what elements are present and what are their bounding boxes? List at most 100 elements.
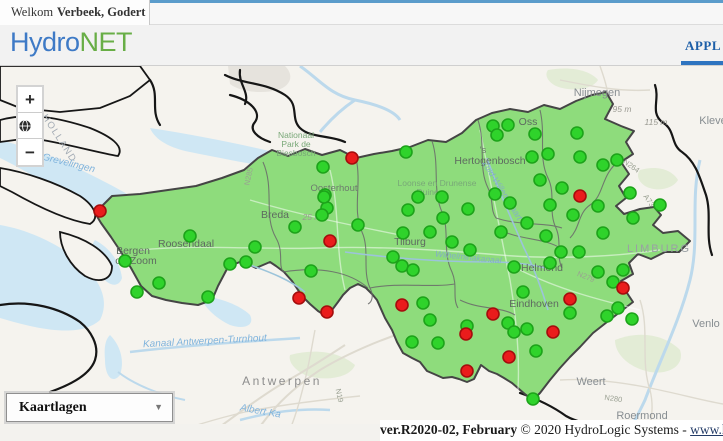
station-marker-red[interactable] (547, 326, 559, 338)
station-marker-red[interactable] (94, 205, 106, 217)
station-marker-red[interactable] (487, 308, 499, 320)
station-marker-red[interactable] (574, 190, 586, 202)
kaartlagen-dropdown[interactable]: Kaartlagen ▼ (6, 393, 173, 422)
station-marker-green[interactable] (424, 226, 436, 238)
station-marker-green[interactable] (400, 146, 412, 158)
station-marker-green[interactable] (446, 236, 458, 248)
station-marker-green[interactable] (153, 277, 165, 289)
station-marker-green[interactable] (626, 313, 638, 325)
station-marker-green[interactable] (352, 219, 364, 231)
map-container[interactable]: HOLLANDGrevelingenNationaalPark deBiesbo… (0, 66, 723, 441)
user-name: Verbeek, Godert (57, 5, 145, 19)
station-marker-green[interactable] (318, 191, 330, 203)
station-marker-green[interactable] (489, 188, 501, 200)
station-marker-green[interactable] (305, 265, 317, 277)
station-marker-green[interactable] (131, 286, 143, 298)
zoom-in-button[interactable]: + (18, 87, 42, 113)
station-marker-green[interactable] (504, 197, 516, 209)
zoom-out-button[interactable]: − (18, 139, 42, 165)
bottom-left-mask (0, 424, 380, 441)
station-marker-green[interactable] (521, 323, 533, 335)
station-marker-green[interactable] (617, 264, 629, 276)
station-marker-green[interactable] (611, 154, 623, 166)
station-marker-green[interactable] (462, 203, 474, 215)
kaartlagen-label: Kaartlagen (19, 400, 87, 415)
station-marker-green[interactable] (521, 217, 533, 229)
station-marker-green[interactable] (527, 393, 539, 405)
station-marker-green[interactable] (597, 159, 609, 171)
station-marker-green[interactable] (316, 209, 328, 221)
map-label: Venlo (692, 318, 720, 330)
station-marker-green[interactable] (654, 199, 666, 211)
station-marker-red[interactable] (617, 282, 629, 294)
station-marker-green[interactable] (627, 212, 639, 224)
hydrologic-link[interactable]: www.hydrologic.com (690, 422, 723, 437)
globe-button[interactable] (18, 113, 42, 139)
station-marker-green[interactable] (597, 227, 609, 239)
station-marker-red[interactable] (460, 328, 472, 340)
station-marker-green[interactable] (508, 326, 520, 338)
station-marker-green[interactable] (224, 258, 236, 270)
station-marker-green[interactable] (437, 212, 449, 224)
station-marker-green[interactable] (544, 257, 556, 269)
station-marker-green[interactable] (517, 286, 529, 298)
station-marker-green[interactable] (417, 297, 429, 309)
station-marker-green[interactable] (612, 302, 624, 314)
map-label: LIMBURG (627, 243, 691, 255)
version-text: ver.R2020-02, February (380, 422, 517, 437)
station-marker-green[interactable] (555, 246, 567, 258)
station-marker-green[interactable] (240, 256, 252, 268)
station-marker-green[interactable] (289, 221, 301, 233)
station-marker-green[interactable] (495, 226, 507, 238)
station-marker-green[interactable] (567, 209, 579, 221)
station-marker-green[interactable] (556, 182, 568, 194)
station-marker-red[interactable] (396, 299, 408, 311)
station-marker-green[interactable] (184, 230, 196, 242)
station-marker-green[interactable] (592, 266, 604, 278)
station-marker-green[interactable] (407, 264, 419, 276)
station-marker-green[interactable] (502, 119, 514, 131)
tab-active-underline (681, 61, 723, 65)
station-marker-green[interactable] (406, 336, 418, 348)
station-marker-green[interactable] (624, 187, 636, 199)
station-marker-green[interactable] (592, 200, 604, 212)
station-marker-green[interactable] (464, 244, 476, 256)
station-marker-green[interactable] (574, 151, 586, 163)
station-marker-red[interactable] (461, 365, 473, 377)
station-marker-green[interactable] (119, 255, 131, 267)
station-marker-red[interactable] (564, 293, 576, 305)
logo-part-hydro: Hydro (10, 27, 80, 57)
station-marker-green[interactable] (534, 174, 546, 186)
station-marker-green[interactable] (396, 260, 408, 272)
station-marker-green[interactable] (530, 345, 542, 357)
station-marker-green[interactable] (436, 191, 448, 203)
tab-applications[interactable]: APPL (685, 38, 721, 54)
station-marker-green[interactable] (402, 204, 414, 216)
station-marker-red[interactable] (321, 306, 333, 318)
station-marker-green[interactable] (573, 246, 585, 258)
map-canvas[interactable]: HOLLANDGrevelingenNationaalPark deBiesbo… (0, 66, 723, 441)
station-marker-green[interactable] (571, 127, 583, 139)
welcome-user-tab[interactable]: Welkom Verbeek, Godert (0, 0, 150, 25)
station-marker-red[interactable] (293, 292, 305, 304)
station-marker-green[interactable] (432, 337, 444, 349)
station-marker-green[interactable] (397, 227, 409, 239)
station-marker-green[interactable] (529, 128, 541, 140)
station-marker-green[interactable] (491, 129, 503, 141)
station-marker-green[interactable] (540, 230, 552, 242)
station-marker-green[interactable] (564, 307, 576, 319)
welcome-label: Welkom (11, 5, 53, 19)
station-marker-green[interactable] (249, 241, 261, 253)
station-marker-green[interactable] (601, 310, 613, 322)
station-marker-red[interactable] (324, 235, 336, 247)
station-marker-green[interactable] (542, 148, 554, 160)
station-marker-green[interactable] (202, 291, 214, 303)
station-marker-green[interactable] (317, 161, 329, 173)
station-marker-green[interactable] (424, 314, 436, 326)
station-marker-green[interactable] (508, 261, 520, 273)
station-marker-green[interactable] (412, 191, 424, 203)
station-marker-red[interactable] (346, 152, 358, 164)
station-marker-green[interactable] (526, 151, 538, 163)
station-marker-green[interactable] (544, 199, 556, 211)
station-marker-red[interactable] (503, 351, 515, 363)
